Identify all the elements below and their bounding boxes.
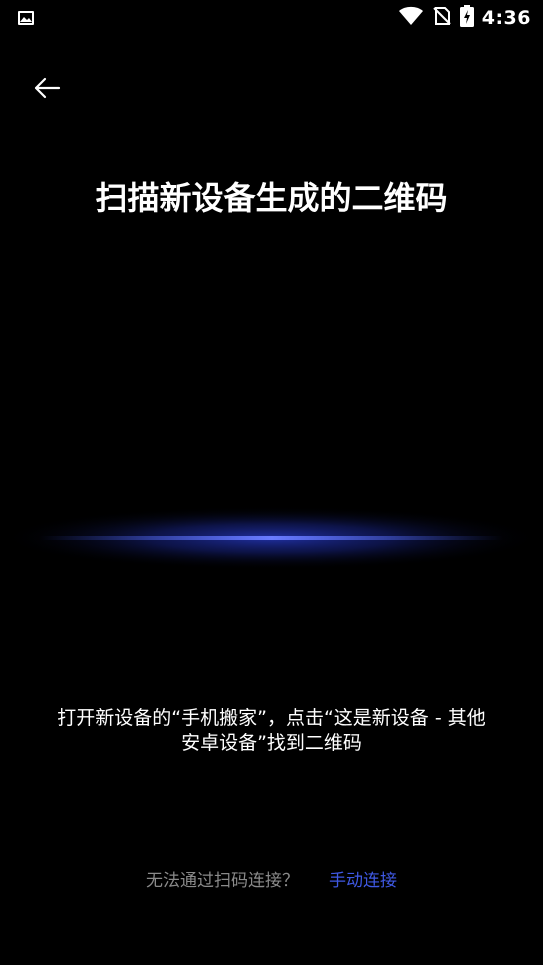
footer: 无法通过扫码连接？ 手动连接 [0,864,543,892]
status-time: 4:36 [481,7,531,29]
instruction-text: 打开新设备的“手机搬家”，点击“这是新设备 - 其他 安卓设备”找到二维码 [30,706,513,756]
scan-line-glow [0,480,543,590]
status-bar: 4:36 [0,0,543,36]
battery-charging-icon [459,5,474,31]
arrow-left-icon [33,77,61,103]
notification-image-icon [17,9,35,27]
back-button[interactable] [28,72,66,108]
wifi-icon [398,6,424,30]
manual-connect-link[interactable]: 手动连接 [329,866,397,891]
cannot-connect-text: 无法通过扫码连接？ [146,870,299,891]
no-sim-icon [432,6,452,30]
page-title: 扫描新设备生成的二维码 [95,179,448,217]
instruction-line-1: 打开新设备的“手机搬家”，点击“这是新设备 - 其他 [57,707,486,729]
instruction-line-2: 安卓设备”找到二维码 [181,732,362,754]
